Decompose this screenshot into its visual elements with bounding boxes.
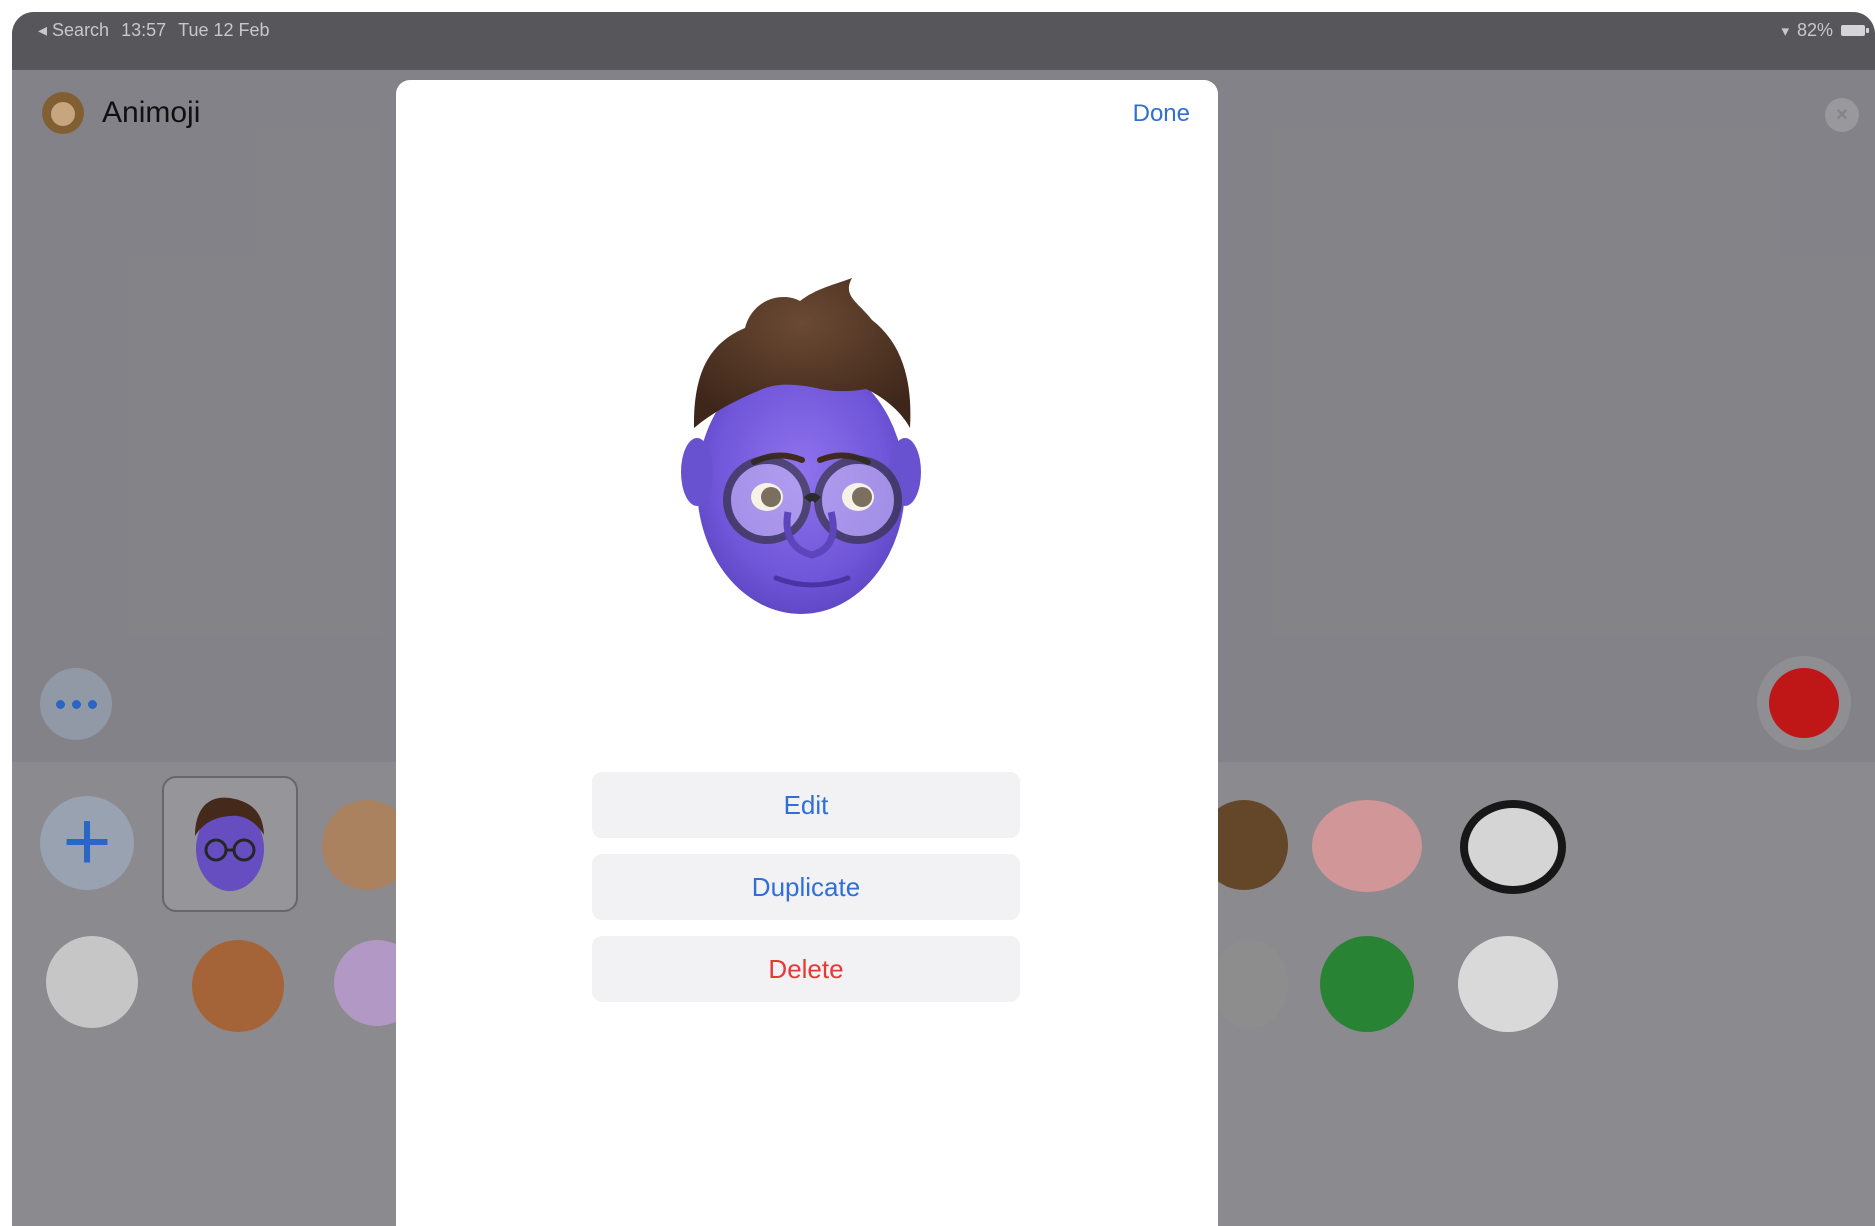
delete-button[interactable]: Delete (592, 936, 1020, 1002)
duplicate-button[interactable]: Duplicate (592, 854, 1020, 920)
memoji-preview-icon (681, 278, 921, 614)
memoji-action-sheet: Done Edit Duplicate Delete (396, 80, 1218, 1226)
done-button[interactable]: Done (1133, 100, 1190, 128)
device-frame: ◂ Search 13:57 Tue 12 Feb ▾ 82% Animoji … (12, 12, 1875, 1226)
edit-button[interactable]: Edit (592, 772, 1020, 838)
